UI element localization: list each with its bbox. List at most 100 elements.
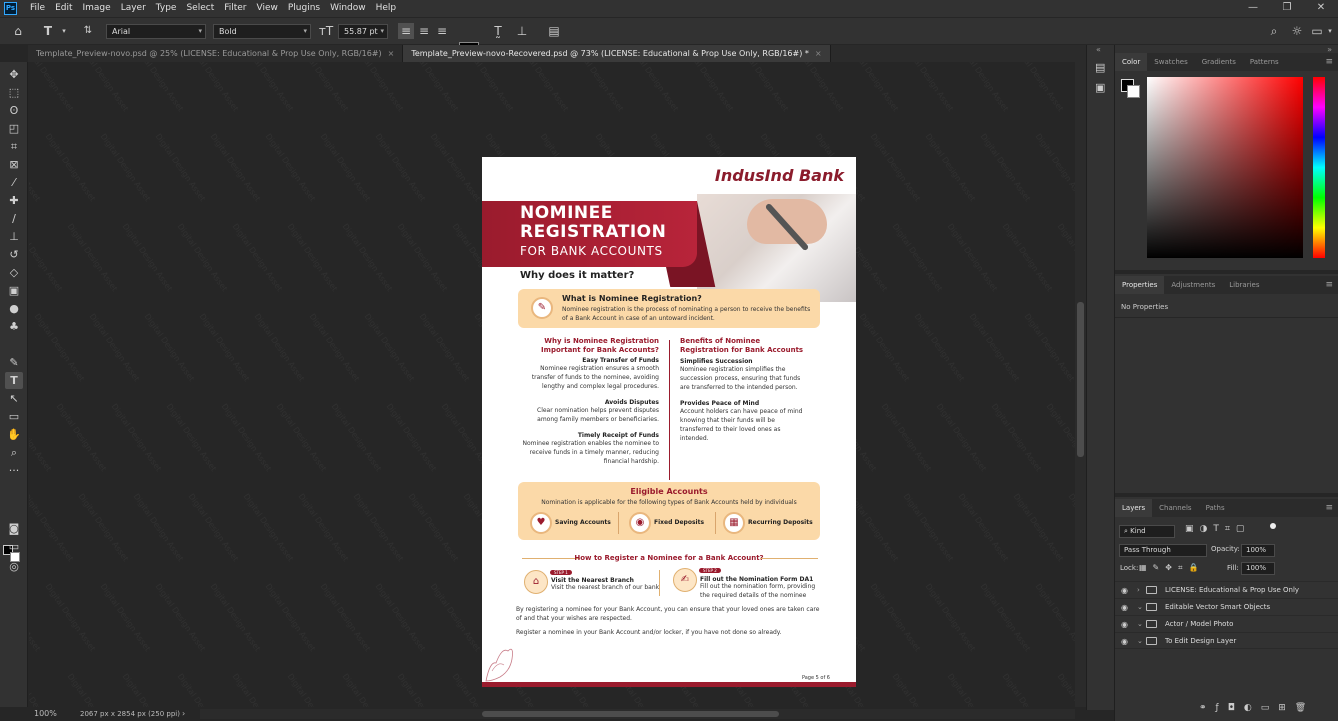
chevron-down-icon[interactable]: ⌄ (1137, 599, 1143, 616)
visibility-eye-icon[interactable]: ◉ (1121, 599, 1128, 616)
character-panel-icon[interactable]: ▤ (546, 23, 562, 39)
hue-slider[interactable] (1313, 77, 1325, 258)
menu-edit[interactable]: Edit (50, 0, 77, 17)
fill-field[interactable]: 100% (1241, 562, 1275, 575)
frame-tool-icon[interactable]: ⊠ (5, 156, 23, 173)
extra-icon[interactable]: ◎ (5, 558, 23, 575)
type-tool-icon[interactable]: T (5, 372, 23, 389)
lock-icons[interactable]: ▦✎✥⌗🔒 (1139, 563, 1204, 573)
menu-view[interactable]: View (252, 0, 283, 17)
history-brush-tool-icon[interactable]: ↺ (5, 246, 23, 263)
font-family-select[interactable]: Arial ▾ (106, 24, 206, 39)
add-mask-icon[interactable]: ◘ (1228, 703, 1244, 713)
align-left-icon[interactable]: ≡ (398, 23, 414, 39)
panel-menu-icon[interactable]: ≡ (1325, 499, 1333, 517)
tab-patterns[interactable]: Patterns (1243, 53, 1286, 71)
align-right-icon[interactable]: ≡ (434, 23, 450, 39)
text-orientation-icon[interactable]: ⇅ (80, 23, 96, 39)
color-field[interactable] (1147, 77, 1303, 258)
screen-mode-icon[interactable]: ▭ (5, 538, 23, 555)
font-style-select[interactable]: Bold ▾ (213, 24, 311, 39)
menu-image[interactable]: Image (78, 0, 116, 17)
zoom-level[interactable]: 100% (34, 707, 57, 721)
visibility-eye-icon[interactable]: ◉ (1121, 633, 1128, 650)
healing-brush-tool-icon[interactable]: ✚ (5, 192, 23, 209)
scroll-thumb[interactable] (1077, 302, 1084, 457)
menu-filter[interactable]: Filter (219, 0, 251, 17)
object-selection-tool-icon[interactable]: ◰ (5, 120, 23, 137)
layer-row[interactable]: ◉ › LICENSE: Educational & Prop Use Only (1115, 581, 1338, 598)
maximize-button[interactable]: ❐ (1270, 0, 1304, 17)
visibility-eye-icon[interactable]: ◉ (1121, 582, 1128, 599)
tab-adjustments[interactable]: Adjustments (1164, 276, 1222, 294)
rectangle-tool-icon[interactable]: ▭ (5, 408, 23, 425)
chevron-down-icon[interactable]: ⌄ (1137, 616, 1143, 633)
warp-text-icon[interactable]: T̰ (490, 23, 506, 39)
visibility-eye-icon[interactable]: ◉ (1121, 616, 1128, 633)
link-layers-icon[interactable]: ⚭ (1199, 703, 1216, 713)
layer-row[interactable]: ◉ ⌄ Actor / Model Photo (1115, 615, 1338, 632)
gradient-tool-icon[interactable]: ▣ (5, 282, 23, 299)
type-tool-preset-icon[interactable]: T (40, 23, 56, 39)
hand-tool-icon[interactable]: ✋ (5, 426, 23, 443)
chevron-down-icon[interactable]: ⌄ (1137, 633, 1143, 650)
adjustment-layer-icon[interactable]: ◐ (1244, 703, 1261, 713)
tab-template-preview[interactable]: Template_Preview-novo.psd @ 25% (LICENSE… (28, 45, 404, 62)
scroll-thumb[interactable] (482, 711, 779, 717)
menu-layer[interactable]: Layer (116, 0, 151, 17)
tab-swatches[interactable]: Swatches (1147, 53, 1194, 71)
blur-tool-icon[interactable]: ● (5, 300, 23, 317)
lasso-tool-icon[interactable]: ʘ (5, 102, 23, 119)
collapse-icon[interactable]: « (1096, 45, 1101, 54)
new-layer-icon[interactable]: ⊞ (1278, 703, 1295, 713)
path-selection-tool-icon[interactable]: ↖ (5, 390, 23, 407)
tab-gradients[interactable]: Gradients (1195, 53, 1243, 71)
pen-tool-icon[interactable]: ✎ (5, 354, 23, 371)
layer-row[interactable]: ◉ ⌄ To Edit Design Layer (1115, 632, 1338, 649)
chevron-down-icon[interactable]: ▾ (1322, 23, 1338, 39)
font-size-select[interactable]: 55.87 pt ▾ (338, 24, 388, 39)
tab-template-preview-recovered[interactable]: Template_Preview-novo-Recovered.psd @ 73… (403, 45, 831, 62)
layer-filter-select[interactable]: ⌕ Kind (1119, 525, 1175, 538)
crop-tool-icon[interactable]: ⌗ (5, 138, 23, 155)
tab-paths[interactable]: Paths (1199, 499, 1232, 517)
lightbulb-icon[interactable]: ☼ (1289, 23, 1305, 39)
menu-help[interactable]: Help (371, 0, 402, 17)
blend-mode-select[interactable]: Pass Through (1119, 544, 1207, 557)
tab-layers[interactable]: Layers (1115, 499, 1153, 517)
menu-plugins[interactable]: Plugins (283, 0, 325, 17)
layer-filter-icons[interactable]: ▣◑T⌗▢ (1185, 524, 1250, 534)
chevron-right-icon[interactable]: › (1137, 582, 1140, 599)
close-icon[interactable]: × (388, 49, 395, 58)
tab-properties[interactable]: Properties (1115, 276, 1165, 294)
align-center-icon[interactable]: ≡ (416, 23, 432, 39)
eraser-tool-icon[interactable]: ◇ (5, 264, 23, 281)
new-group-icon[interactable]: ▭ (1261, 703, 1279, 713)
horizontal-scrollbar[interactable] (200, 709, 1075, 719)
home-icon[interactable]: ⌂ (10, 23, 26, 39)
minimize-button[interactable]: — (1236, 0, 1270, 17)
tab-libraries[interactable]: Libraries (1222, 276, 1266, 294)
eyedropper-tool-icon[interactable]: ⁄ (5, 174, 23, 191)
menu-file[interactable]: File (25, 0, 50, 17)
menu-type[interactable]: Type (151, 0, 182, 17)
fx-icon[interactable]: ƒ (1216, 703, 1228, 713)
quick-mask-icon[interactable]: ◙ (5, 520, 23, 537)
close-icon[interactable]: × (815, 49, 822, 58)
panel-menu-icon[interactable]: ≡ (1325, 53, 1333, 71)
menu-window[interactable]: Window (325, 0, 371, 17)
vertical-scrollbar[interactable] (1075, 62, 1086, 707)
brush-tool-icon[interactable]: ∕ (5, 210, 23, 227)
stamp-tool-icon[interactable]: ⊥ (5, 228, 23, 245)
comments-icon[interactable]: ▣ (1095, 81, 1105, 94)
chevron-down-icon[interactable]: ▾ (56, 23, 72, 39)
3d-text-icon[interactable]: ⊥ (514, 23, 530, 39)
tab-color[interactable]: Color (1115, 53, 1148, 71)
layer-row[interactable]: ◉ ⌄ Editable Vector Smart Objects (1115, 598, 1338, 615)
tab-channels[interactable]: Channels (1152, 499, 1198, 517)
trash-icon[interactable]: 🗑 (1295, 703, 1315, 713)
background-color-swatch[interactable] (1127, 85, 1140, 98)
close-button[interactable]: ✕ (1304, 0, 1338, 17)
filter-toggle-icon[interactable] (1270, 523, 1276, 529)
history-icon[interactable]: ▤ (1095, 61, 1105, 74)
